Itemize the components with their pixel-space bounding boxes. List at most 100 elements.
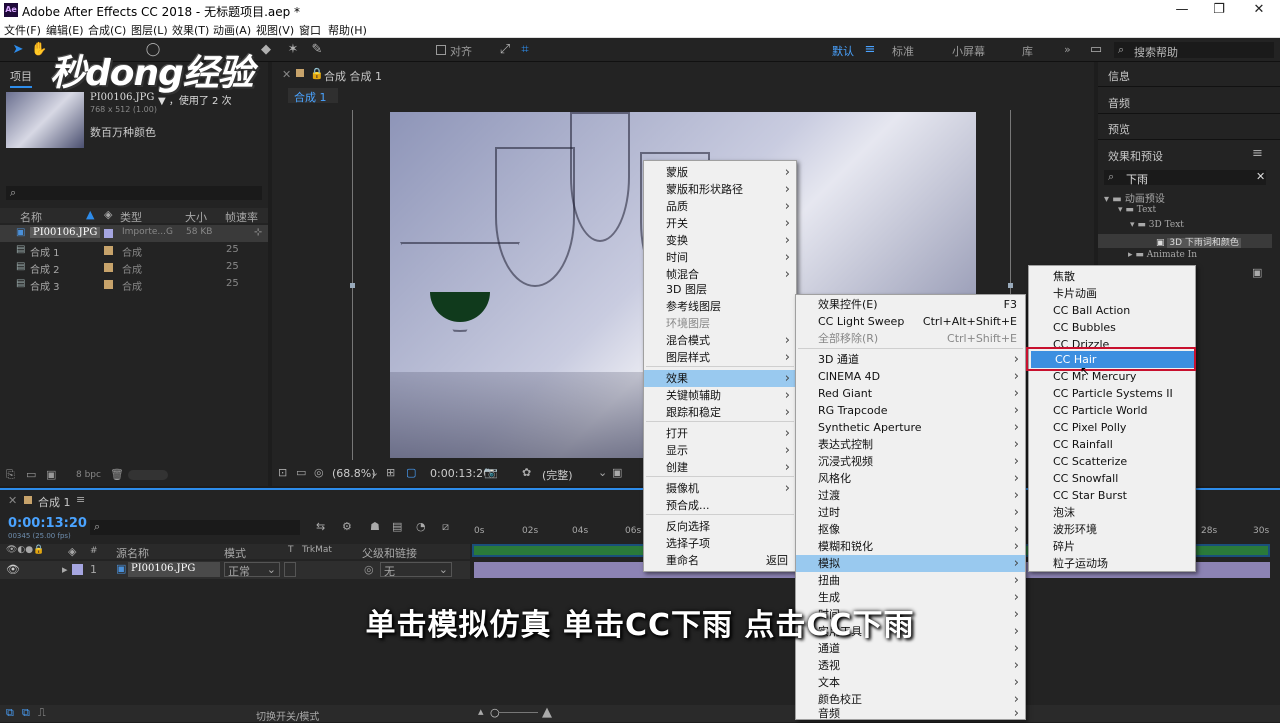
menu-item-过渡[interactable]: 过渡 › [796, 487, 1025, 504]
tree-item[interactable]: ▾ ▬ 动画预设 [1104, 190, 1165, 205]
menu-item-混合模式[interactable]: 混合模式 › [644, 332, 796, 349]
col-type[interactable]: 类型 [120, 209, 142, 225]
workspace-small-screen[interactable]: 小屏幕 [952, 43, 985, 59]
search-help-field[interactable]: ⌕ 搜索帮助 [1114, 42, 1274, 59]
menu-item-扭曲[interactable]: 扭曲 › [796, 572, 1025, 589]
menu-item-泡沫[interactable]: 泡沫 [1029, 504, 1195, 521]
col-mode[interactable]: 模式 [224, 545, 246, 561]
menu-item-开关[interactable]: 开关 › [644, 215, 796, 232]
project-item[interactable]: ▤ 合成 1 合成 25 [0, 242, 268, 259]
clear-search-icon[interactable]: ✕ [1256, 170, 1265, 183]
lock-icon[interactable]: 🔒 [310, 67, 324, 80]
col-framerate[interactable]: 帧速率 [225, 209, 258, 225]
menu-item-cc-pixel-polly[interactable]: CC Pixel Polly [1029, 419, 1195, 436]
menu-item-选择子项[interactable]: 选择子项 [644, 535, 796, 552]
menu-item-cc-particle-world[interactable]: CC Particle World [1029, 402, 1195, 419]
menu-item-参考线图层[interactable]: 参考线图层 [644, 298, 796, 315]
menu-item-cc-snowfall[interactable]: CC Snowfall [1029, 470, 1195, 487]
new-folder-icon[interactable]: ▭ [26, 468, 36, 481]
parent-dropdown[interactable]: 无 ⌄ [380, 562, 452, 578]
menu-item-cc-particle-systems-ii[interactable]: CC Particle Systems II [1029, 385, 1195, 402]
close-button[interactable]: ✕ [1239, 2, 1279, 17]
menu-item-粒子运动场[interactable]: 粒子运动场 [1029, 555, 1195, 572]
comp-tab[interactable]: 合成 合成 1 [324, 68, 382, 84]
close-icon[interactable]: ✕ [8, 494, 17, 507]
close-icon[interactable]: ✕ [282, 68, 291, 81]
menu-item-蒙版和形状路径[interactable]: 蒙版和形状路径 › [644, 181, 796, 198]
menu-item-synthetic-aperture[interactable]: Synthetic Aperture › [796, 419, 1025, 436]
fast-preview-icon[interactable]: ▣ [612, 466, 622, 479]
menu-item-3d-通道[interactable]: 3D 通道 › [796, 351, 1025, 368]
menu-item-表达式控制[interactable]: 表达式控制 › [796, 436, 1025, 453]
menu-item-cc-light-sweep[interactable]: CC Light Sweep Ctrl+Alt+Shift+E [796, 313, 1025, 330]
puppet-tool-icon[interactable]: ✶ [285, 42, 301, 58]
label-swatch[interactable] [104, 229, 113, 238]
menu-item-模糊和锐化[interactable]: 模糊和锐化 › [796, 538, 1025, 555]
zoom-slider-track[interactable] [498, 712, 538, 713]
preview-panel-tab[interactable]: 预览 [1108, 121, 1130, 137]
menu-item-文本[interactable]: 文本 › [796, 674, 1025, 691]
panel-menu-icon[interactable]: ≡ [1252, 146, 1263, 161]
effects-search-input[interactable]: ⌕ 下雨 ✕ [1104, 170, 1266, 186]
viewer-timecode[interactable]: 0:00:13:20 [430, 467, 490, 480]
layer-switches-icon[interactable]: ⧉ [6, 706, 14, 720]
col-trkmat[interactable]: TrkMat [302, 545, 332, 555]
menu-item-反向选择[interactable]: 反向选择 [644, 518, 796, 535]
menu-item-创建[interactable]: 创建 › [644, 459, 796, 476]
grid-toggle-icon[interactable]: ⊞ [386, 466, 395, 479]
menu-item-red-giant[interactable]: Red Giant › [796, 385, 1025, 402]
menu-item-环境图层[interactable]: 环境图层 [644, 315, 796, 332]
col-size[interactable]: 大小 [185, 209, 207, 225]
zoom-out-icon[interactable]: ▴ [478, 705, 484, 718]
comp-subtab[interactable]: 合成 1 [288, 88, 338, 104]
thumbnail-slider[interactable] [128, 470, 168, 480]
menu-view[interactable]: 视图(V) [256, 22, 294, 38]
menu-item-全部移除-r[interactable]: 全部移除(R) Ctrl+Shift+E [796, 330, 1025, 347]
shy-layers-icon[interactable]: ☗ [370, 520, 380, 533]
new-preset-icon[interactable]: ▣ [1252, 266, 1262, 279]
workspace-default[interactable]: 默认 [832, 43, 854, 59]
menu-item-cinema-4d[interactable]: CINEMA 4D › [796, 368, 1025, 385]
interpret-footage-icon[interactable]: ⎘ [6, 468, 15, 482]
menu-item-时间[interactable]: 时间 › [644, 249, 796, 266]
menu-composition[interactable]: 合成(C) [88, 22, 126, 38]
col-source-name[interactable]: 源名称 [116, 545, 149, 561]
menu-item-cc-ball-action[interactable]: CC Ball Action [1029, 302, 1195, 319]
region-of-interest-icon[interactable]: ▢ [406, 466, 416, 479]
pickwhip-icon[interactable]: ◎ [364, 563, 374, 576]
menu-item-图层样式[interactable]: 图层样式 › [644, 349, 796, 366]
camera-snapshot-icon[interactable]: 📷 [484, 466, 498, 479]
label-swatch[interactable] [104, 263, 113, 272]
col-name[interactable]: 名称 [20, 209, 42, 225]
menu-item-品质[interactable]: 品质 › [644, 198, 796, 215]
transfer-controls-icon[interactable]: ⧉ [22, 706, 30, 720]
menu-item-焦散[interactable]: 焦散 [1029, 268, 1195, 285]
label-swatch[interactable] [104, 280, 113, 289]
menu-item-透视[interactable]: 透视 › [796, 657, 1025, 674]
panel-menu-icon[interactable]: ≡ [76, 493, 85, 506]
menu-item-关键帧辅助[interactable]: 关键帧辅助 › [644, 387, 796, 404]
layer-row[interactable]: 👁 ▸ 1 ▣ PI00106.JPG 正常 ⌄ ◎ 无 ⌄ [0, 561, 470, 579]
minimize-button[interactable]: — [1162, 2, 1202, 17]
menu-window[interactable]: 窗口 [299, 22, 321, 38]
timeline-search-input[interactable]: ⌕ [90, 520, 300, 535]
col-t[interactable]: T [288, 545, 294, 555]
new-composition-icon[interactable]: ▣ [46, 468, 56, 481]
menu-item-变换[interactable]: 变换 › [644, 232, 796, 249]
pin-tool-icon[interactable]: ✎ [309, 42, 325, 58]
menu-file[interactable]: 文件(F) [4, 22, 41, 38]
bit-depth[interactable]: 8 bpc [76, 470, 101, 480]
menu-layer[interactable]: 图层(L) [131, 22, 168, 38]
workspace-library[interactable]: 库 [1022, 43, 1033, 59]
audio-panel-tab[interactable]: 音频 [1108, 95, 1130, 111]
menu-item-碎片[interactable]: 碎片 [1029, 538, 1195, 555]
menu-item-rg-trapcode[interactable]: RG Trapcode › [796, 402, 1025, 419]
maximize-button[interactable]: ❐ [1199, 2, 1239, 17]
snap-option-icon[interactable]: ⤢ [497, 42, 513, 58]
project-item[interactable]: ▣ PI00106.JPG Importe...G 58 KB ⊹ [0, 225, 268, 242]
eraser-tool-icon[interactable]: ◆ [258, 42, 274, 58]
menu-item-跟踪和稳定[interactable]: 跟踪和稳定 › [644, 404, 796, 421]
expand-arrow-icon[interactable]: ▸ [62, 563, 68, 576]
menu-item-卡片动画[interactable]: 卡片动画 [1029, 285, 1195, 302]
selection-tool-icon[interactable]: ➤ [10, 42, 26, 58]
